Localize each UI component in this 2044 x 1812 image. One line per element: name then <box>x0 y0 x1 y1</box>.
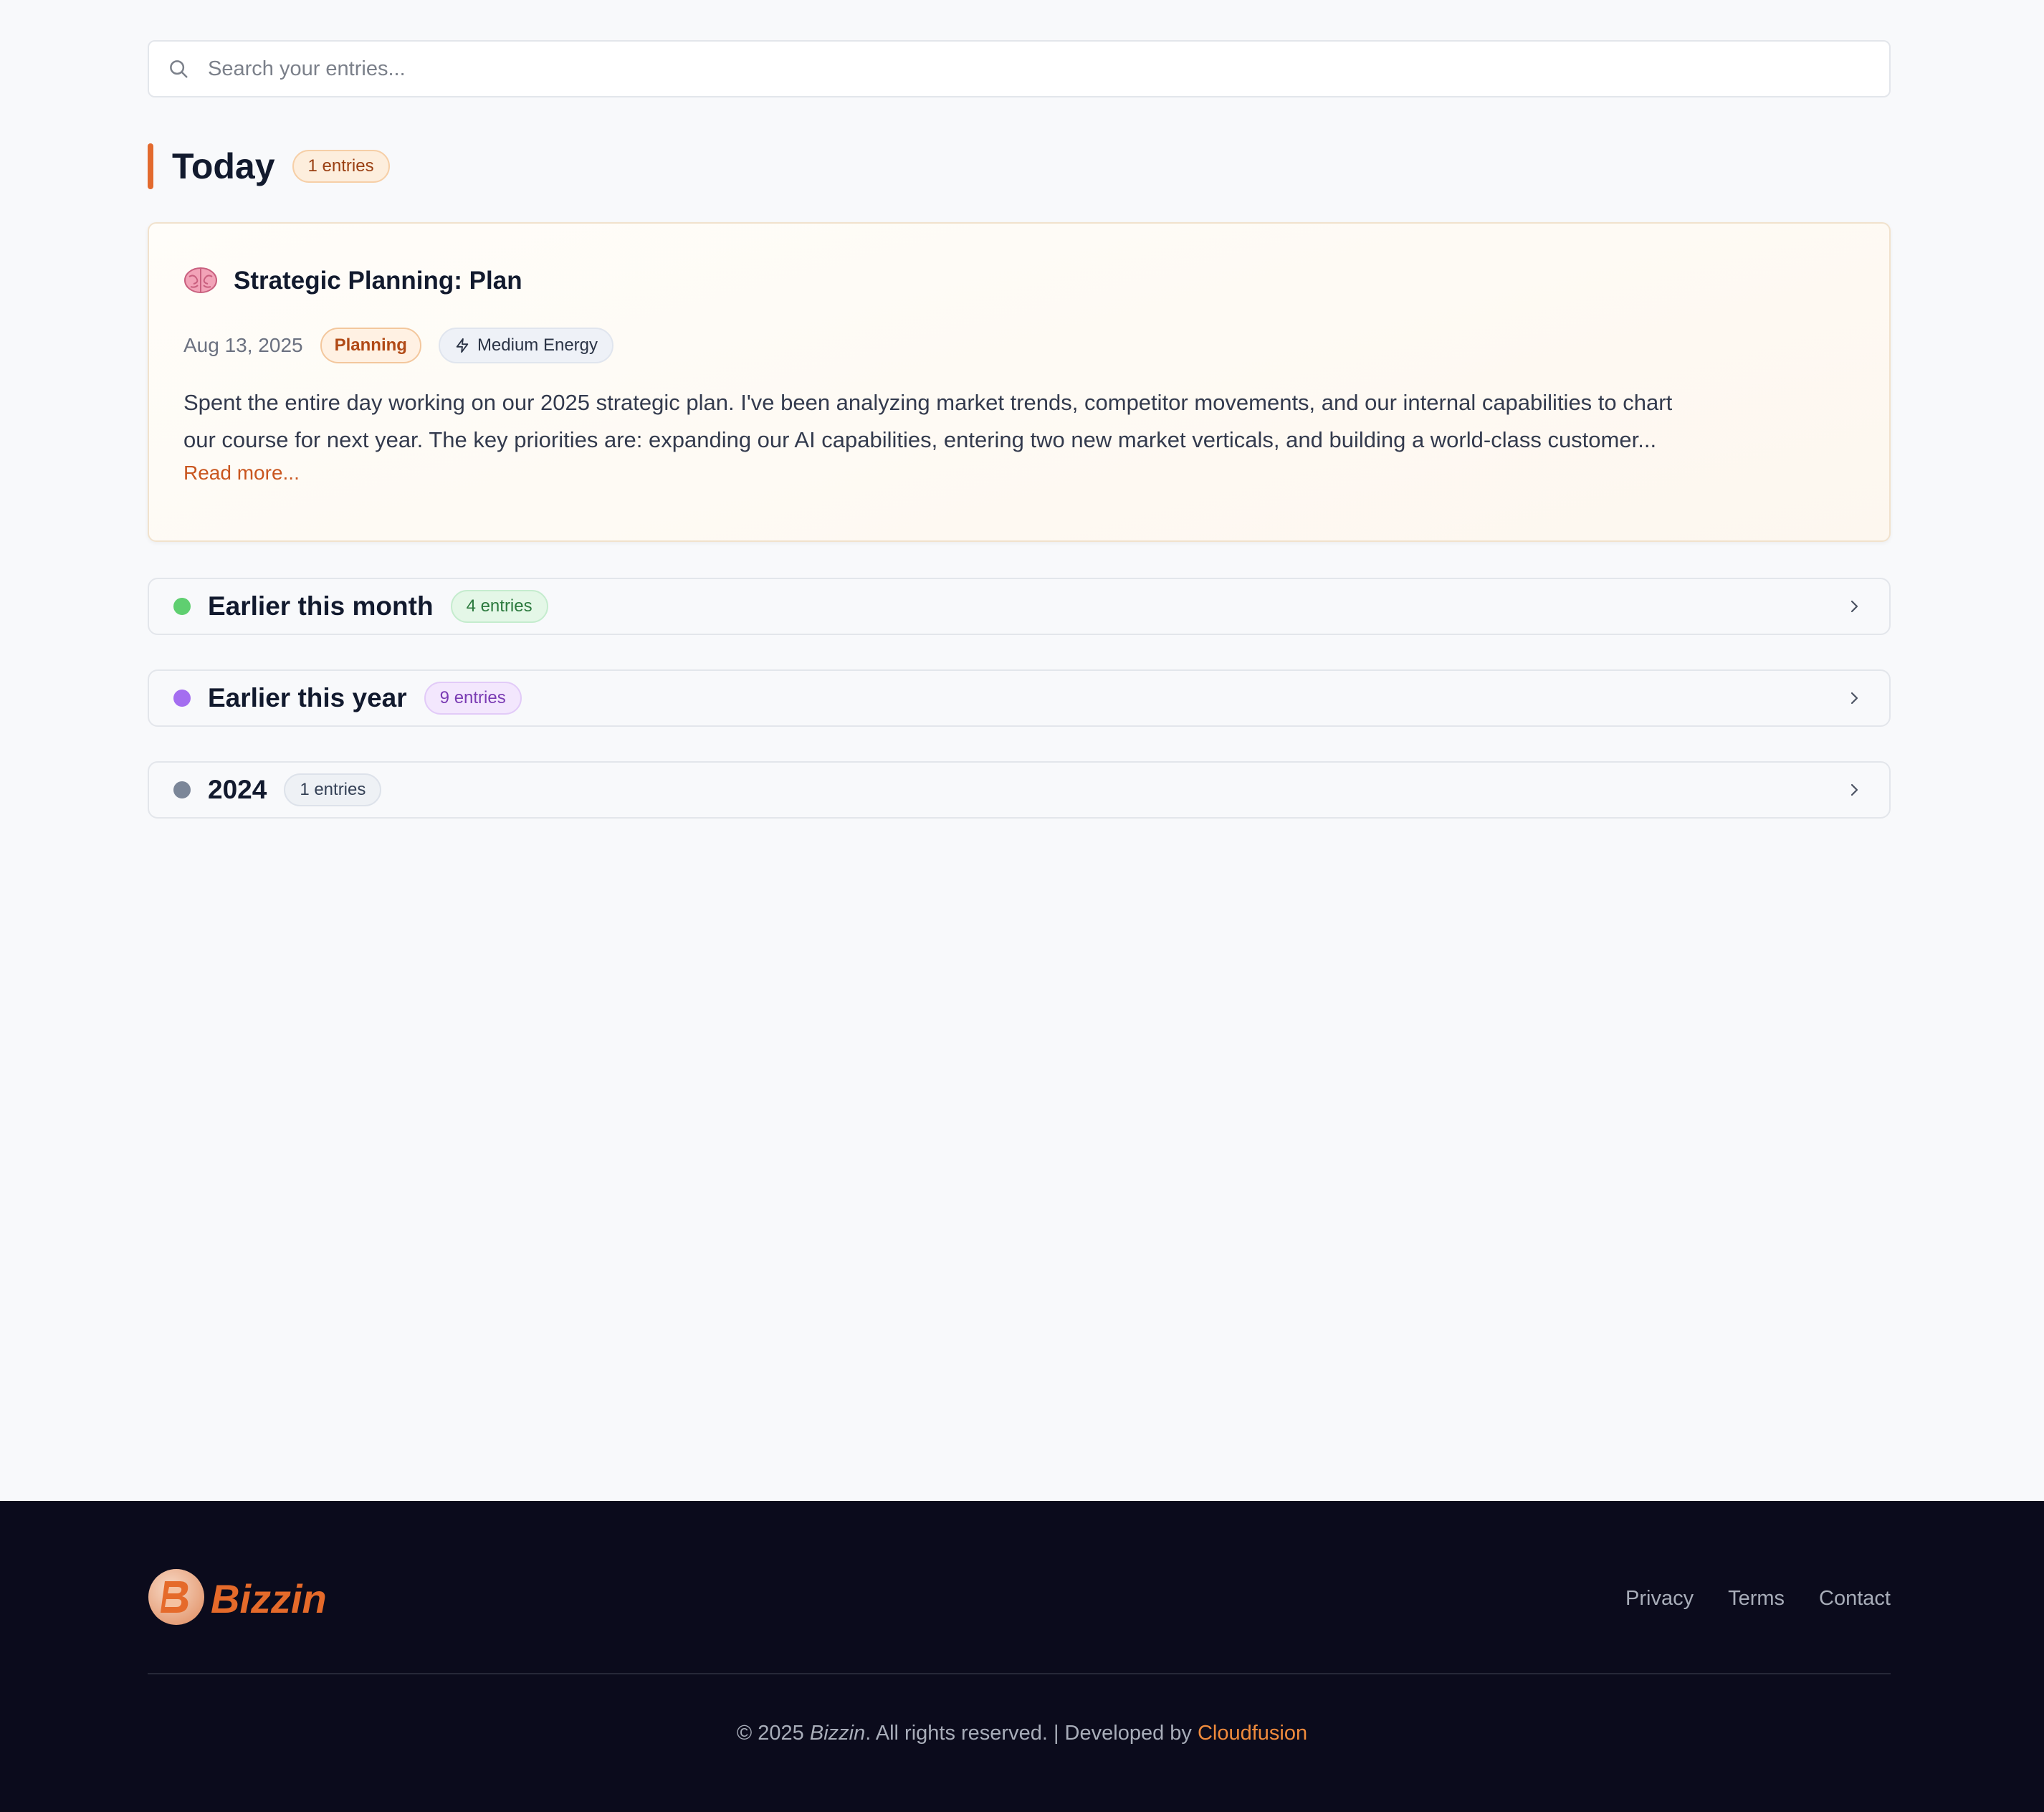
bizzin-logo-icon[interactable] <box>148 1568 205 1629</box>
status-dot <box>173 781 191 798</box>
entry-count-badge: 1 entries <box>284 773 382 806</box>
copyright-brand: Bizzin <box>809 1722 866 1745</box>
entry-excerpt: Spent the entire day working on our 2025… <box>183 384 1855 459</box>
entry-title-row: Strategic Planning: Plan <box>183 262 1855 300</box>
status-dot <box>173 690 191 707</box>
category-tag: Planning <box>320 328 421 363</box>
entry-count-badge: 4 entries <box>450 590 548 623</box>
group-earlier-this-year[interactable]: Earlier this year 9 entries <box>148 669 1891 727</box>
search-icon <box>166 57 191 81</box>
group-title: Earlier this month <box>208 591 434 621</box>
entry-excerpt-line: Spent the entire day working on our 2025… <box>183 390 1673 415</box>
footer-link-privacy[interactable]: Privacy <box>1625 1587 1694 1611</box>
chevron-right-icon[interactable] <box>1843 687 1865 709</box>
entry-meta: Aug 13, 2025 Planning Medium Energy <box>183 327 1855 364</box>
section-title: Today <box>172 146 275 186</box>
entry-count-badge: 9 entries <box>424 682 522 715</box>
today-accent-bar <box>148 143 153 189</box>
developer-link[interactable]: Cloudfusion <box>1198 1722 1307 1745</box>
entry-excerpt-line: our course for next year. The key priori… <box>183 427 1657 452</box>
energy-tag: Medium Energy <box>438 328 614 363</box>
copyright-suffix: . All rights reserved. | Developed by <box>865 1722 1192 1745</box>
footer-links: Privacy Terms Contact <box>1591 1587 1891 1611</box>
group-title: Earlier this year <box>208 683 407 712</box>
footer-top: Bizzin Privacy Terms Contact <box>148 1568 1891 1629</box>
entry-count-badge: 1 entries <box>292 150 390 183</box>
lightning-icon <box>456 338 469 353</box>
chevron-right-icon[interactable] <box>1843 779 1865 801</box>
copyright: © 2025 Bizzin. All rights reserved. | De… <box>0 1722 2044 1745</box>
entry-card[interactable]: Strategic Planning: Plan Aug 13, 2025 Pl… <box>148 222 1891 542</box>
entry-date: Aug 13, 2025 <box>183 334 303 356</box>
entry-title[interactable]: Strategic Planning: Plan <box>234 267 522 295</box>
footer-link-contact[interactable]: Contact <box>1819 1587 1891 1611</box>
search-input[interactable] <box>208 47 1889 90</box>
today-section-header: Today 1 entries <box>148 143 1891 189</box>
read-more-link[interactable]: Read more... <box>183 462 300 485</box>
group-title: 2024 <box>208 775 267 804</box>
group-2024[interactable]: 2024 1 entries <box>148 761 1891 819</box>
footer-brand[interactable]: Bizzin <box>211 1575 327 1622</box>
footer-link-terms[interactable]: Terms <box>1728 1587 1785 1611</box>
search-bar <box>148 40 1891 97</box>
copyright-prefix: © 2025 <box>736 1722 804 1745</box>
energy-label: Medium Energy <box>477 335 598 355</box>
status-dot <box>173 598 191 615</box>
brain-icon <box>183 262 218 300</box>
footer-divider <box>148 1673 1891 1674</box>
footer: Bizzin Privacy Terms Contact © 2025 Bizz… <box>0 1501 2044 1812</box>
chevron-right-icon[interactable] <box>1843 596 1865 617</box>
group-earlier-this-month[interactable]: Earlier this month 4 entries <box>148 578 1891 635</box>
